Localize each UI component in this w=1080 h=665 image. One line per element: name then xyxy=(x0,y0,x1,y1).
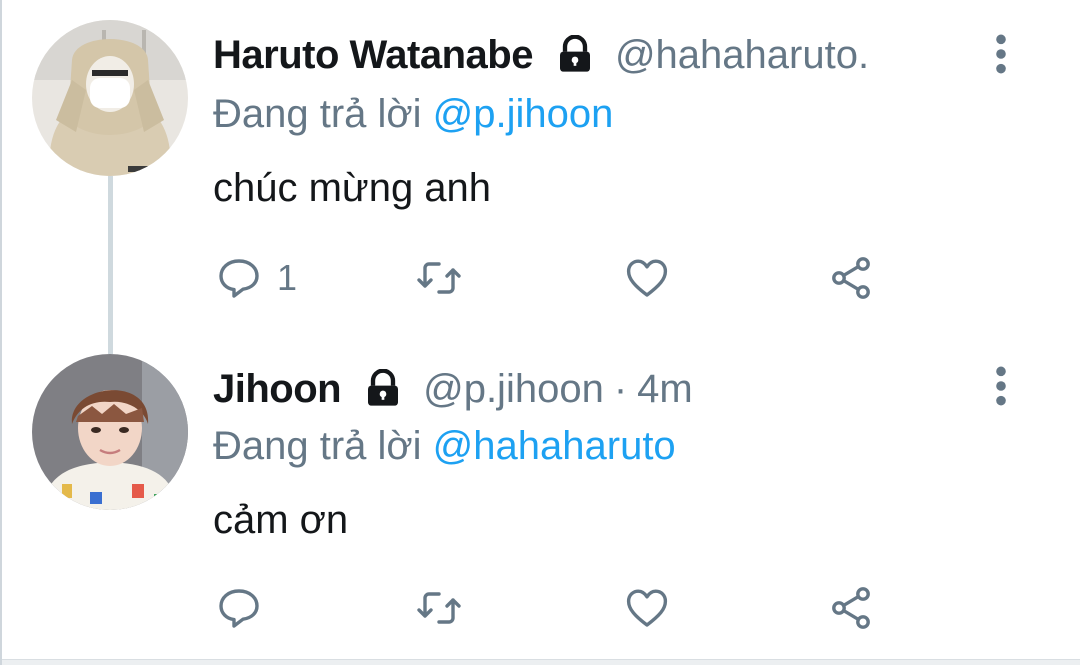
share-icon xyxy=(832,587,870,629)
share-button[interactable] xyxy=(827,580,875,636)
reply-thread: Haruto Watanabe @hahaharuto. Đang trả lờ… xyxy=(0,0,1080,665)
separator-dot: · xyxy=(613,366,628,411)
lock-icon xyxy=(363,366,409,412)
tweet-text: cảm ơn xyxy=(213,498,349,542)
display-name[interactable]: Haruto Watanabe xyxy=(213,33,533,78)
avatar-photo-portrait xyxy=(32,354,188,510)
share-icon xyxy=(832,257,870,299)
retweet-icon xyxy=(417,592,461,624)
like-icon xyxy=(626,589,668,627)
retweet-button[interactable] xyxy=(415,580,463,636)
replying-to: Đang trả lời @hahaharuto xyxy=(213,424,676,469)
more-options-icon[interactable] xyxy=(986,362,1016,410)
mention-link[interactable]: @p.jihoon xyxy=(433,92,614,136)
tweet-actions: 1 xyxy=(213,250,913,306)
divider xyxy=(2,659,1080,665)
avatar[interactable] xyxy=(32,354,188,510)
mention-link[interactable]: @hahaharuto xyxy=(433,424,676,468)
like-button[interactable] xyxy=(623,250,671,306)
retweet-button[interactable] xyxy=(415,250,463,306)
tweet[interactable]: Jihoon @p.jihoon · 4m Đang trả lời @haha… xyxy=(2,340,1080,658)
tweet-header: Haruto Watanabe @hahaharuto. xyxy=(213,28,869,82)
avatar-photo-hooded xyxy=(32,20,188,176)
tweet-text: chúc mừng anh xyxy=(213,166,492,210)
tweet[interactable]: Haruto Watanabe @hahaharuto. Đang trả lờ… xyxy=(2,0,1080,340)
user-handle[interactable]: @p.jihoon xyxy=(423,367,604,412)
more-options-icon[interactable] xyxy=(986,30,1016,78)
reply-icon xyxy=(219,589,259,628)
reply-button[interactable]: 1 xyxy=(215,250,297,306)
lock-icon xyxy=(555,32,601,78)
reply-count: 1 xyxy=(277,257,298,298)
retweet-icon xyxy=(417,262,461,294)
like-button[interactable] xyxy=(623,580,671,636)
like-icon xyxy=(626,259,668,297)
share-button[interactable] xyxy=(827,250,875,306)
display-name[interactable]: Jihoon xyxy=(213,367,342,412)
user-handle[interactable]: @hahaharuto. xyxy=(615,33,869,78)
reply-icon xyxy=(219,259,259,298)
tweet-header: Jihoon @p.jihoon · 4m xyxy=(213,362,693,416)
replying-label: Đang trả lời xyxy=(213,92,422,136)
tweet-actions xyxy=(213,580,913,636)
timestamp[interactable]: 4m xyxy=(637,367,693,412)
replying-to: Đang trả lời @p.jihoon xyxy=(213,92,613,137)
reply-button[interactable] xyxy=(215,580,263,636)
replying-label: Đang trả lời xyxy=(213,424,422,468)
avatar[interactable] xyxy=(32,20,188,176)
